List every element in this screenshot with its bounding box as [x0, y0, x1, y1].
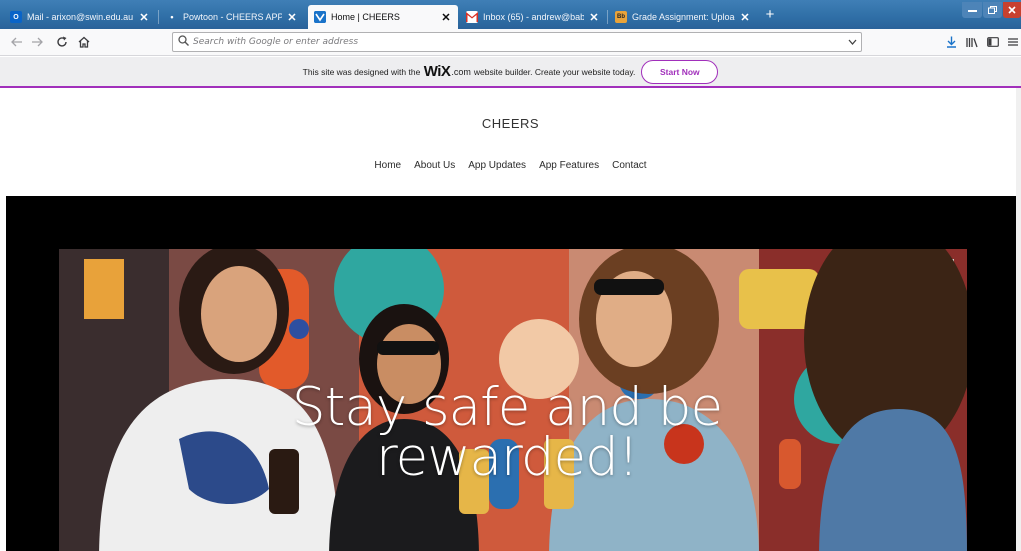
nav-item-home[interactable]: Home: [374, 158, 401, 173]
wix-banner-text: This site was designed with the: [302, 66, 421, 77]
close-icon[interactable]: ✕: [440, 11, 452, 24]
hero-headline-line-2: rewarded!: [375, 427, 639, 488]
minimize-icon: [967, 9, 977, 12]
close-icon[interactable]: ✕: [138, 11, 150, 24]
gmail-icon: [466, 11, 478, 23]
nav-item-about-us[interactable]: About Us: [414, 158, 455, 173]
address-input[interactable]: [193, 37, 843, 47]
new-tab-button[interactable]: +: [762, 6, 778, 24]
tab-separator: [158, 10, 159, 24]
navigation-toolbar: [0, 29, 1021, 56]
hero-headline: Stay safe and be rewarded!: [53, 377, 961, 488]
tab-strip: O Mail - arixon@swin.edu.au ✕ • Powtoon …: [0, 0, 1021, 29]
start-now-button[interactable]: Start Now: [641, 59, 719, 84]
tab-title: Grade Assignment: Upload Wix: [632, 12, 735, 22]
close-icon[interactable]: ✕: [739, 11, 751, 24]
tab-title: Powtoon - CHEERS APP: [183, 12, 282, 22]
nav-item-contact[interactable]: Contact: [612, 158, 646, 173]
library-button[interactable]: [963, 33, 981, 51]
forward-arrow-icon: [32, 37, 43, 47]
tab-grade-assignment[interactable]: Bb Grade Assignment: Upload Wix ✕: [609, 5, 757, 29]
wix-banner-text-after: website builder. Create your website tod…: [473, 66, 636, 77]
nav-item-app-features[interactable]: App Features: [539, 158, 599, 173]
back-arrow-icon: [11, 37, 22, 47]
outlook-icon: O: [10, 11, 22, 23]
tab-powtoon[interactable]: • Powtoon - CHEERS APP ✕: [160, 5, 304, 29]
window-close-button[interactable]: [1003, 2, 1021, 18]
hero-section: [6, 196, 1017, 551]
home-button[interactable]: [75, 33, 93, 51]
powtoon-icon: •: [170, 12, 174, 22]
hero-headline-line-1: Stay safe and be: [291, 377, 723, 438]
wix-ad-banner: This site was designed with the WiX .com…: [0, 57, 1021, 88]
reload-icon: [57, 36, 67, 47]
tab-title: Inbox (65) - andrew@babelfish: [483, 12, 584, 22]
downloads-button[interactable]: [942, 33, 960, 51]
library-icon: [966, 37, 978, 47]
site-title[interactable]: CHEERS: [0, 116, 1021, 131]
wix-icon-shape: [314, 11, 326, 23]
tab-title: Mail - arixon@swin.edu.au: [27, 12, 134, 22]
page-scrollbar[interactable]: [1016, 88, 1021, 551]
tab-home-cheers[interactable]: Home | CHEERS ✕: [308, 5, 458, 29]
download-icon: [946, 36, 956, 48]
search-icon: [173, 35, 193, 49]
blackboard-icon: Bb: [615, 11, 627, 23]
chevron-down-icon[interactable]: [843, 37, 861, 48]
close-icon[interactable]: ✕: [286, 11, 298, 24]
sidebar-button[interactable]: [984, 33, 1002, 51]
restore-button[interactable]: [983, 2, 1002, 18]
menu-button[interactable]: [1006, 33, 1020, 51]
site-navigation: Home About Us App Updates App Features C…: [0, 158, 1021, 173]
address-bar[interactable]: [172, 32, 862, 52]
nav-item-app-updates[interactable]: App Updates: [468, 158, 526, 173]
minimize-button[interactable]: [962, 2, 982, 18]
home-icon: [78, 36, 90, 48]
forward-button[interactable]: [28, 33, 46, 51]
wix-logo-suffix: .com: [451, 66, 471, 77]
window-close-icon: [1008, 6, 1016, 14]
reload-button[interactable]: [53, 33, 71, 51]
restore-icon: [988, 6, 997, 14]
tab-mail[interactable]: O Mail - arixon@swin.edu.au ✕: [4, 5, 156, 29]
tab-title: Home | CHEERS: [331, 12, 400, 22]
gmail-envelope: [466, 12, 478, 22]
wix-icon: [314, 11, 326, 23]
wix-logo: WiX: [423, 63, 451, 80]
back-button[interactable]: [8, 33, 26, 51]
tab-separator: [607, 10, 608, 24]
sidebar-icon: [987, 37, 999, 47]
hamburger-icon: [1008, 38, 1018, 46]
close-icon[interactable]: ✕: [588, 11, 600, 24]
tab-inbox[interactable]: Inbox (65) - andrew@babelfish ✕: [460, 5, 606, 29]
